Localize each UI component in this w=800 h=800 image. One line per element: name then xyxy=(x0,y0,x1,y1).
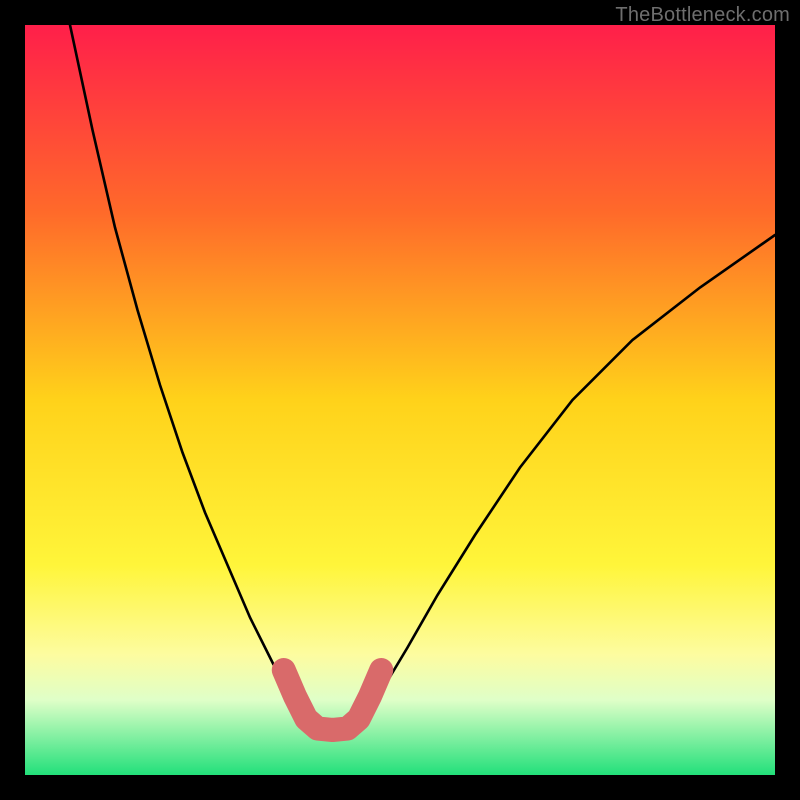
watermark-text: TheBottleneck.com xyxy=(615,4,790,27)
outer-frame: TheBottleneck.com xyxy=(0,0,800,800)
chart-svg xyxy=(25,25,775,775)
plot-area xyxy=(25,25,775,775)
